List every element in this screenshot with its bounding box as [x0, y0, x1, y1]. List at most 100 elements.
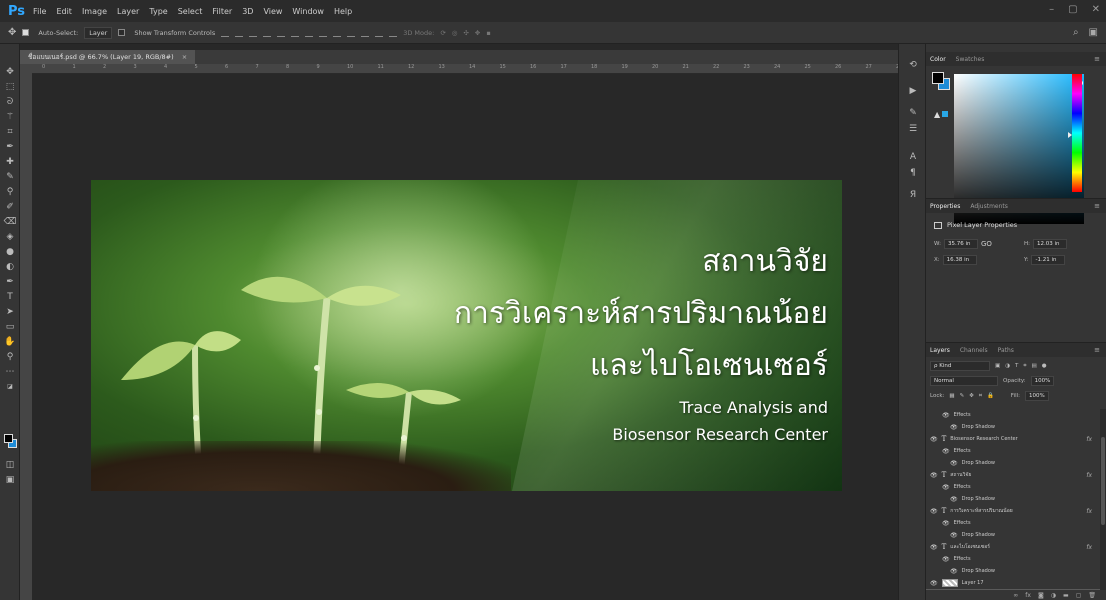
opacity-field[interactable]: 100% [1030, 376, 1055, 386]
visibility-icon[interactable]: 👁 [930, 580, 938, 587]
tab-channels[interactable]: Channels [960, 347, 988, 354]
3d-roll-icon[interactable]: ◎ [452, 29, 458, 37]
3d-slide-icon[interactable]: ✥ [475, 29, 480, 37]
visibility-icon[interactable]: 👁 [930, 544, 938, 551]
menu-window[interactable]: Window [292, 7, 324, 16]
lasso-tool-icon[interactable]: ᘐ [3, 96, 17, 108]
x-field[interactable]: 16.38 in [942, 255, 977, 265]
path-selection-tool-icon[interactable]: ➤ [3, 306, 17, 318]
visibility-icon[interactable]: 👁 [930, 472, 938, 479]
filter-shape-icon[interactable]: ⌗ [1023, 363, 1026, 370]
tab-adjustments[interactable]: Adjustments [970, 203, 1008, 210]
crop-tool-icon[interactable]: ⌗ [3, 126, 17, 138]
layer-effects-badge[interactable]: fx [1086, 544, 1092, 551]
add-style-icon[interactable]: fx [1025, 592, 1031, 599]
new-group-icon[interactable]: ▬ [1063, 592, 1069, 599]
hue-slider[interactable] [1072, 74, 1082, 192]
quick-mask-icon[interactable]: ◫ [3, 459, 17, 471]
lock-pixels-icon[interactable]: ✎ [960, 393, 965, 399]
layer-effect-row[interactable]: 👁 Effects [926, 481, 1100, 493]
align-right-icon[interactable] [291, 29, 300, 37]
gradient-tool-icon[interactable]: ◈ [3, 231, 17, 243]
paragraph-icon[interactable]: ¶ [907, 168, 919, 180]
distribute-bottom-icon[interactable] [333, 29, 342, 37]
visibility-icon[interactable]: 👁 [950, 568, 958, 575]
align-bottom-icon[interactable] [249, 29, 258, 37]
menu-filter[interactable]: Filter [212, 7, 232, 16]
gamut-warning-icon[interactable]: ▲ [934, 110, 940, 119]
layer-effect-row[interactable]: 👁 Effects [926, 445, 1100, 457]
filter-pixel-icon[interactable]: ▣ [995, 363, 1000, 369]
dodge-tool-icon[interactable]: ◐ [3, 261, 17, 273]
more-tools-icon[interactable]: ⋯ [3, 366, 17, 378]
new-adjustment-icon[interactable]: ◑ [1051, 592, 1056, 599]
3d-scale-icon[interactable]: ▪ [486, 29, 490, 37]
filter-adjustment-icon[interactable]: ◑ [1005, 363, 1010, 369]
visibility-icon[interactable]: 👁 [942, 448, 950, 455]
move-tool-icon[interactable]: ✥ [8, 27, 16, 38]
visibility-icon[interactable]: 👁 [950, 424, 958, 431]
type-tool-icon[interactable]: T [3, 291, 17, 303]
auto-select-checkbox[interactable] [22, 29, 30, 36]
layer-row[interactable]: 👁 T การวิเคราะห์สารปริมาณน้อย fx [926, 505, 1100, 517]
tab-color[interactable]: Color [930, 56, 946, 63]
3d-rotate-icon[interactable]: ⟳ [440, 29, 445, 37]
blur-tool-icon[interactable]: ● [3, 246, 17, 258]
menu-help[interactable]: Help [334, 7, 352, 16]
visibility-icon[interactable]: 👁 [930, 508, 938, 515]
layers-scrollbar-thumb[interactable] [1101, 437, 1105, 525]
color-panel-foreground-swatch[interactable] [932, 72, 944, 84]
close-icon[interactable]: ✕ [1092, 4, 1100, 15]
web-safe-swatch[interactable] [942, 111, 948, 117]
visibility-icon[interactable]: 👁 [942, 556, 950, 563]
layer-effect-row[interactable]: 👁 Effects [926, 553, 1100, 565]
actions-icon[interactable]: ▶ [907, 86, 919, 98]
visibility-icon[interactable]: 👁 [950, 460, 958, 467]
panel-menu-icon[interactable]: ≡ [1094, 346, 1100, 354]
layer-row[interactable]: 👁 T สถานวิจัย fx [926, 469, 1100, 481]
align-left-icon[interactable] [263, 29, 272, 37]
tab-swatches[interactable]: Swatches [956, 56, 985, 63]
distribute-center-icon[interactable] [361, 29, 370, 37]
pen-tool-icon[interactable]: ✒ [3, 276, 17, 288]
tab-paths[interactable]: Paths [998, 347, 1014, 354]
link-layers-icon[interactable]: ∞ [1013, 592, 1018, 599]
layer-effects-badge[interactable]: fx [1086, 508, 1092, 515]
glyphs-icon[interactable]: Я [907, 190, 919, 202]
visibility-icon[interactable]: 👁 [930, 436, 938, 443]
width-field[interactable]: 35.76 in [943, 239, 978, 249]
filter-smart-object-icon[interactable]: ▤ [1032, 363, 1037, 369]
auto-align-icon[interactable] [389, 29, 398, 37]
layers-scrollbar[interactable] [1100, 409, 1106, 600]
layer-row[interactable]: 👁 T และไบโอเซนเซอร์ fx [926, 541, 1100, 553]
align-middle-icon[interactable] [235, 29, 244, 37]
tab-properties[interactable]: Properties [930, 203, 960, 210]
delete-layer-icon[interactable]: 🗑 [1088, 592, 1096, 599]
layer-row[interactable]: 👁 Layer 17 [926, 577, 1100, 589]
layer-effect-row[interactable]: 👁 Drop Shadow [926, 421, 1100, 433]
new-layer-icon[interactable]: ▢ [1076, 592, 1082, 599]
magic-wand-tool-icon[interactable]: ⚚ [3, 111, 17, 123]
history-icon[interactable]: ⟲ [907, 60, 919, 72]
distribute-left-icon[interactable] [347, 29, 356, 37]
banner-image[interactable]: สถานวิจัย การวิเคราะห์สารปริมาณน้อย และไ… [91, 180, 842, 491]
lock-artboard-icon[interactable]: ⌗ [979, 393, 982, 400]
layer-effects-badge[interactable]: fx [1086, 472, 1092, 479]
menu-type[interactable]: Type [149, 7, 167, 16]
layer-effects-badge[interactable]: fx [1086, 436, 1092, 443]
move-tool-icon[interactable]: ✥ [3, 66, 17, 78]
panel-menu-icon[interactable]: ≡ [1094, 202, 1100, 210]
hue-slider-marker[interactable] [1068, 132, 1072, 138]
layer-kind-filter[interactable]: ρ Kind [930, 361, 990, 371]
hand-tool-icon[interactable]: ✋ [3, 336, 17, 348]
workspace-icon[interactable]: ▣ [1089, 27, 1098, 38]
add-mask-icon[interactable]: ◙ [1038, 592, 1044, 599]
visibility-icon[interactable]: 👁 [950, 532, 958, 539]
filter-type-icon[interactable]: T [1015, 363, 1018, 369]
healing-brush-tool-icon[interactable]: ✚ [3, 156, 17, 168]
menu-select[interactable]: Select [178, 7, 203, 16]
vertical-ruler[interactable] [20, 64, 32, 600]
document-tab[interactable]: ชื่อแบนเนอร์.psd @ 66.7% (Layer 19, RGB/… [20, 50, 196, 64]
search-icon[interactable]: ⌕ [1073, 27, 1079, 38]
menu-3d[interactable]: 3D [242, 7, 253, 16]
